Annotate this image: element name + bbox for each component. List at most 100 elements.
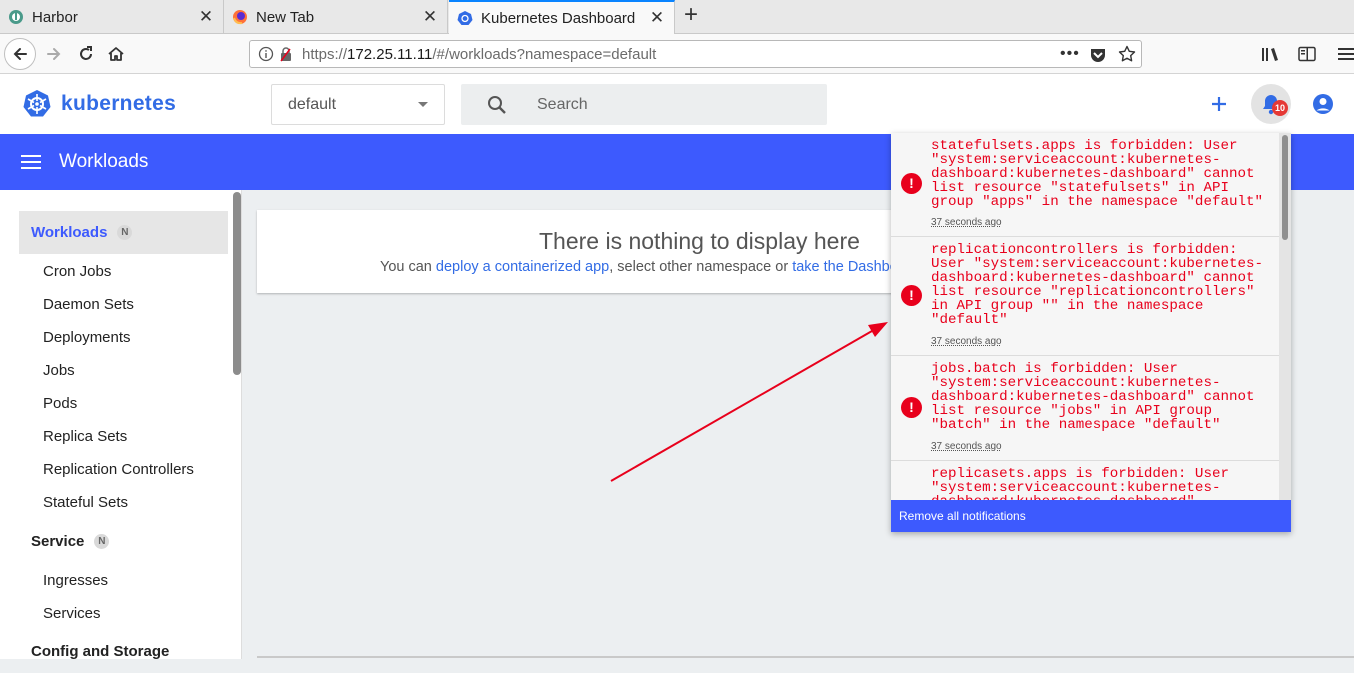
empty-state-message: You can deploy a containerized app, sele… [380,259,917,275]
sidebar-item-cron-jobs[interactable]: Cron Jobs [43,262,111,282]
harbor-icon [9,10,23,24]
sidebar-nav: Workloads N Cron Jobs Daemon Sets Deploy… [0,190,242,660]
kubernetes-logo[interactable]: kubernetes [22,89,176,119]
content-divider [257,656,1354,658]
arrow-right-icon [47,48,61,60]
sidebar-item-ingresses[interactable]: Ingresses [43,571,108,591]
notification-count-badge: 10 [1272,100,1288,116]
sidebar-section-service[interactable]: Service N [19,520,228,563]
close-icon[interactable]: ✕ [646,8,668,28]
page-title: Workloads [59,151,149,172]
kubernetes-icon [457,11,473,25]
sidebar-section-label: Workloads [31,224,108,241]
account-button[interactable] [1305,86,1341,122]
notifications-list: ! statefulsets.apps is forbidden: User "… [891,133,1279,500]
notification-message: replicationcontrollers is forbidden: Use… [931,242,1264,328]
url-bar[interactable]: https://172.25.11.11/#/workloads?namespa… [249,40,1142,68]
plus-icon [1212,97,1226,111]
pocket-icon[interactable] [1089,47,1107,63]
namespace-selector[interactable]: default [271,84,445,125]
sidebar-toggle-button[interactable] [1293,38,1321,70]
search-input[interactable] [537,95,817,114]
remove-all-notifications-button[interactable]: Remove all notifications [891,500,1291,532]
sidebar-item-pods[interactable]: Pods [43,394,77,414]
kubernetes-helm-icon [23,90,51,117]
sidebar-item-deployments[interactable]: Deployments [43,328,131,348]
open-menu-button[interactable] [1332,38,1354,70]
dropdown-arrow-icon [418,102,428,107]
notification-item[interactable]: ! replicationcontrollers is forbidden: U… [891,237,1279,356]
sidebar-section-workloads[interactable]: Workloads N [19,211,228,254]
search-box[interactable] [461,84,827,125]
back-button[interactable] [4,38,36,70]
tab-kubernetes-dashboard[interactable]: Kubernetes Dashboard ✕ [449,0,675,34]
sidebar-section-label: Service [31,533,85,550]
notification-time: 37 seconds ago [931,217,1002,228]
url-host: 172.25.11.11 [347,45,433,63]
sidebar-item-replica-sets[interactable]: Replica Sets [43,427,127,447]
sidebar-item-replication-controllers[interactable]: Replication Controllers [43,460,194,480]
library-button[interactable] [1256,38,1284,70]
sidebar-scrollbar[interactable] [233,192,241,375]
notification-time: 37 seconds ago [931,441,1002,452]
notification-message: statefulsets.apps is forbidden: User "sy… [931,138,1264,210]
search-icon [488,95,506,114]
tab-harbor[interactable]: Harbor ✕ [0,0,224,34]
notifications-panel: ! statefulsets.apps is forbidden: User "… [891,133,1291,532]
empty-state-text: You can [380,259,436,275]
page-actions-icon[interactable]: ••• [1060,45,1080,63]
notification-item[interactable]: ! statefulsets.apps is forbidden: User "… [891,133,1279,237]
sidebar-item-daemon-sets[interactable]: Daemon Sets [43,295,134,315]
bookmark-star-icon[interactable] [1118,45,1136,63]
sidebar-item-services[interactable]: Services [43,604,101,624]
tab-new-tab[interactable]: New Tab ✕ [224,0,448,34]
firefox-icon [233,10,247,25]
url-path: /#/workloads?namespace=default [432,45,657,63]
error-icon: ! [901,173,922,194]
error-icon: ! [901,397,922,418]
forward-button[interactable] [38,38,70,70]
notifications-button[interactable]: 10 [1251,84,1291,124]
empty-state-title: There is nothing to display here [539,228,860,254]
url-text[interactable]: https://172.25.11.11/#/workloads?namespa… [302,46,656,63]
deploy-app-link[interactable]: deploy a containerized app [436,259,609,275]
arrow-left-icon [13,48,27,60]
tab-title: Kubernetes Dashboard [481,9,636,27]
sidebar-section-config-and-storage[interactable]: Config and Storage [19,630,228,673]
namespaced-badge: N [94,534,110,549]
url-scheme: https:// [302,45,348,63]
empty-state-card: There is nothing to display here You can… [257,210,917,293]
brand-name: kubernetes [61,92,177,115]
account-circle-icon [1313,94,1333,114]
library-icon [1262,48,1278,61]
close-icon[interactable]: ✕ [195,7,217,27]
namespace-value: default [288,95,337,113]
sidebar-item-stateful-sets[interactable]: Stateful Sets [43,493,128,513]
notification-message: jobs.batch is forbidden: User "system:se… [931,361,1264,433]
create-button[interactable] [1201,86,1237,122]
new-tab-plus-icon[interactable]: + [678,3,704,29]
error-icon: ! [901,285,922,306]
sidebar-item-jobs[interactable]: Jobs [43,361,75,381]
tab-title: Harbor [32,8,78,26]
dashboard-header: kubernetes default 10 [0,74,1354,134]
notifications-scrollbar[interactable] [1282,135,1288,240]
menu-icon[interactable] [21,155,41,169]
info-icon[interactable] [258,46,274,62]
home-icon [108,47,124,61]
browser-navigation-bar: https://172.25.11.11/#/workloads?namespa… [0,34,1354,74]
notification-item[interactable]: replicasets.apps is forbidden: User "sys… [891,461,1279,500]
tab-title: New Tab [256,8,315,26]
sidebar-section-label: Config and Storage [31,643,170,660]
home-button[interactable] [100,38,132,70]
sidebar-icon [1298,46,1316,62]
notification-message: replicasets.apps is forbidden: User "sys… [931,466,1229,500]
notification-item[interactable]: ! jobs.batch is forbidden: User "system:… [891,356,1279,461]
close-icon[interactable]: ✕ [419,7,441,27]
notification-time: 37 seconds ago [931,336,1002,347]
empty-state-text: , select other namespace or [609,259,793,275]
reload-icon [80,46,92,60]
insecure-lock-icon[interactable] [278,46,294,62]
reload-button[interactable] [70,38,102,70]
hamburger-icon [1338,48,1354,60]
